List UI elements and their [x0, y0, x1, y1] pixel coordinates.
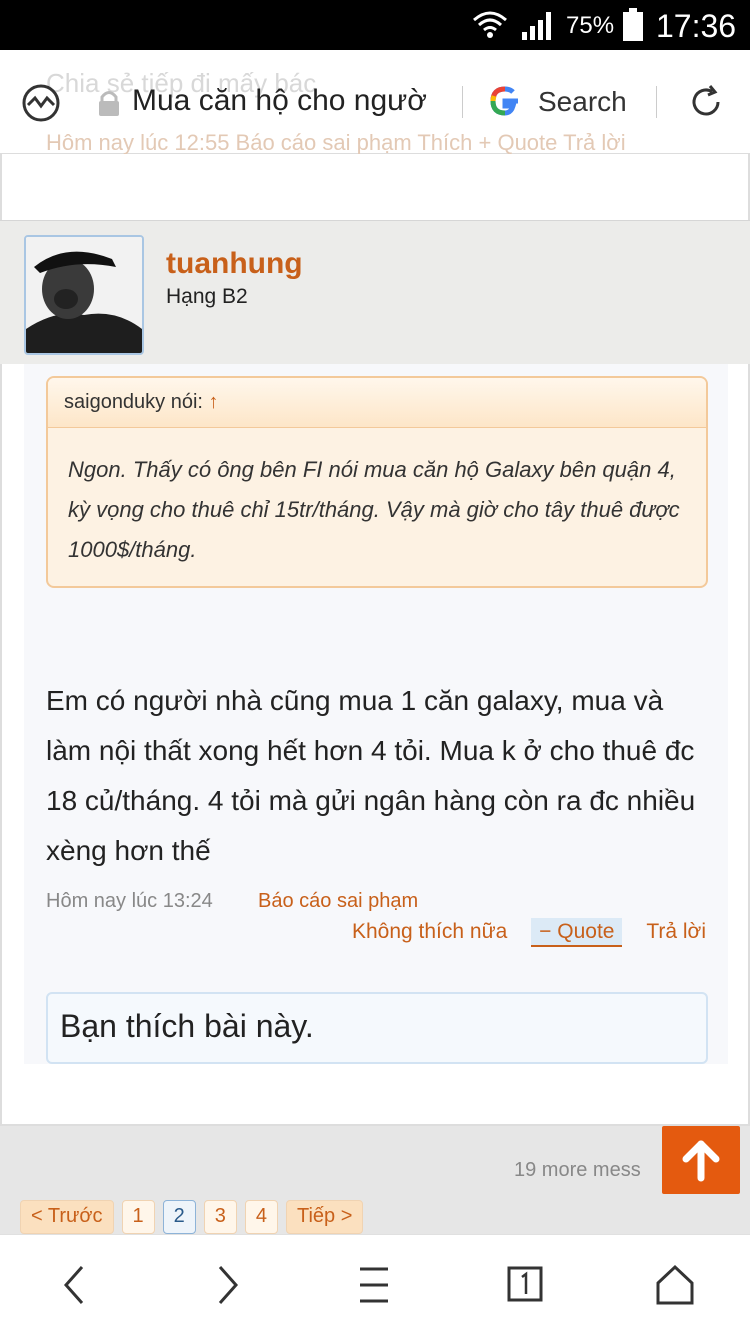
post-message: Em có người nhà cũng mua 1 căn galaxy, m… — [46, 685, 696, 866]
quote-text: Ngon. Thấy có ông bên FI nói mua căn hộ … — [68, 457, 680, 562]
pagination-page[interactable]: 4 — [244, 1200, 279, 1234]
home-icon[interactable] — [20, 82, 62, 124]
forward-icon[interactable] — [212, 1263, 244, 1307]
quote-button[interactable]: − Quote — [531, 918, 623, 947]
pagination-page-current[interactable]: 2 — [162, 1200, 196, 1234]
scroll-to-top-button[interactable] — [662, 1126, 740, 1194]
wifi-icon — [473, 11, 507, 38]
home-nav-icon[interactable] — [654, 1263, 696, 1307]
page-content: tuanhung Hạng B2 saigonduky nói: ↑ Ngon.… — [0, 154, 750, 1234]
lock-icon — [99, 91, 119, 116]
post-message-area: saigonduky nói: ↑ Ngon. Thấy có ông bên … — [24, 364, 728, 1064]
pagination-page[interactable]: 1 — [121, 1200, 155, 1234]
pagination-prev[interactable]: < Trước — [20, 1200, 114, 1234]
username[interactable]: tuanhung — [166, 247, 303, 281]
google-icon[interactable] — [486, 82, 524, 120]
toolbar-divider — [462, 86, 463, 118]
previous-post-bottom — [0, 154, 750, 220]
quote-header: saigonduky nói: ↑ — [48, 378, 706, 428]
quote-block: saigonduky nói: ↑ Ngon. Thấy có ông bên … — [46, 376, 708, 588]
menu-icon[interactable] — [356, 1263, 392, 1307]
quote-source-link[interactable]: ↑ — [209, 391, 219, 413]
ghost-post-links: Hôm nay lúc 12:55 Báo cáo sai phạm Thích… — [46, 130, 626, 155]
reload-icon[interactable] — [688, 84, 724, 120]
post-author-bar: tuanhung Hạng B2 — [0, 220, 750, 364]
pagination-page[interactable]: 3 — [203, 1200, 237, 1234]
avatar[interactable] — [24, 235, 144, 355]
tabs-icon[interactable] — [506, 1263, 544, 1307]
arrow-up-icon — [682, 1140, 720, 1182]
quote-author: saigonduky nói: — [64, 391, 209, 413]
pagination-next[interactable]: Tiếp > — [286, 1200, 364, 1234]
url-field[interactable]: Mua căn hộ cho ngườ — [132, 84, 454, 118]
browser-toolbar: Chia sẻ tiếp đi mấy bác Hôm nay lúc 12:5… — [0, 50, 750, 155]
browser-nav-bar — [0, 1234, 750, 1333]
pagination: < Trước 1 2 3 4 Tiếp > — [20, 1200, 364, 1234]
avatar-image — [26, 237, 142, 353]
back-icon[interactable] — [58, 1263, 90, 1307]
post-actions: Không thích nữa − Quote Trả lời — [334, 918, 706, 947]
signal-icon — [522, 12, 551, 40]
user-rank: Hạng B2 — [166, 285, 248, 308]
reply-link[interactable]: Trả lời — [646, 920, 706, 943]
post-time: Hôm nay lúc 13:24 — [46, 890, 213, 912]
post-body: saigonduky nói: ↑ Ngon. Thấy có ông bên … — [0, 364, 750, 1126]
clock: 17:36 — [656, 8, 737, 44]
unlike-link[interactable]: Không thích nữa — [352, 920, 507, 943]
more-messages-link[interactable]: 19 more mess — [514, 1159, 641, 1182]
battery-icon — [623, 8, 643, 41]
status-bar: 75% 17:36 — [0, 0, 750, 50]
report-link[interactable]: Báo cáo sai phạm — [258, 890, 418, 913]
toolbar-divider — [656, 86, 657, 118]
like-summary: Bạn thích bài này. — [46, 992, 708, 1064]
battery-percent: 75% — [566, 12, 615, 39]
search-button[interactable]: Search — [538, 86, 627, 118]
